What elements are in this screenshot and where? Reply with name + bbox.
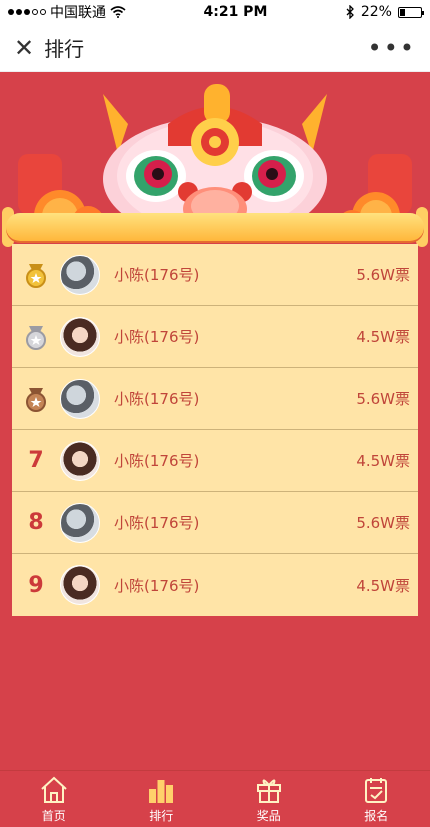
contestant-name: 小陈(176号) bbox=[114, 328, 200, 346]
rank-number: 9 bbox=[28, 572, 44, 598]
ranking-row[interactable]: 小陈(176号) 4.5W票 bbox=[12, 306, 418, 368]
carrier-label: 中国联通 bbox=[50, 5, 106, 21]
tab-home-label: 首页 bbox=[41, 808, 66, 823]
lion-dance-banner bbox=[0, 72, 430, 247]
avatar bbox=[60, 502, 100, 543]
avatar bbox=[60, 316, 100, 357]
battery-icon bbox=[397, 6, 424, 18]
tab-ranking-label: 排行 bbox=[149, 808, 174, 823]
ranking-row[interactable]: 8 小陈(176号) 5.6W票 bbox=[12, 492, 418, 554]
vote-count: 4.5W票 bbox=[356, 452, 410, 470]
ranking-row[interactable]: 7 小陈(176号) 4.5W票 bbox=[12, 430, 418, 492]
vote-count: 5.6W票 bbox=[356, 266, 410, 284]
rank-number: 8 bbox=[28, 510, 44, 535]
signal-icon bbox=[8, 9, 46, 15]
rank-cell bbox=[12, 386, 60, 412]
avatar bbox=[60, 254, 100, 295]
vote-count: 5.6W票 bbox=[356, 390, 410, 408]
rank-cell: 8 bbox=[12, 510, 60, 535]
vote-count: 4.5W票 bbox=[356, 328, 410, 346]
contestant-name: 小陈(176号) bbox=[114, 266, 200, 284]
tab-home[interactable]: 首页 bbox=[19, 775, 89, 824]
avatar bbox=[60, 440, 100, 481]
rank-cell: 7 bbox=[12, 448, 60, 473]
rank-cell bbox=[12, 262, 60, 288]
rank-cell bbox=[12, 324, 60, 350]
bluetooth-icon bbox=[346, 5, 354, 19]
nav-left: ✕ 排行 bbox=[14, 33, 84, 62]
tab-signup-label: 报名 bbox=[364, 808, 389, 823]
status-bar: 中国联通 4:21 PM 22% bbox=[0, 0, 430, 24]
close-icon[interactable]: ✕ bbox=[14, 36, 34, 60]
clock-time: 4:21 PM bbox=[203, 4, 268, 20]
wifi-icon bbox=[110, 6, 126, 18]
ranking-list: 小陈(176号) 5.6W票 小陈(176号) 4.5W票 小陈(176号) 5.6W票 7… bbox=[12, 244, 418, 616]
signup-icon bbox=[365, 777, 388, 803]
silver-medal-icon bbox=[26, 325, 46, 350]
tab-signup[interactable]: 报名 bbox=[341, 775, 411, 824]
tab-ranking[interactable]: 排行 bbox=[126, 775, 196, 824]
vote-count: 4.5W票 bbox=[356, 576, 410, 595]
tab-prizes-label: 奖品 bbox=[256, 808, 281, 823]
ranking-row[interactable]: 小陈(176号) 5.6W票 bbox=[12, 244, 418, 306]
rank-number: 7 bbox=[28, 448, 44, 473]
avatar bbox=[60, 378, 100, 419]
home-icon bbox=[41, 776, 67, 803]
status-right: 22% bbox=[345, 4, 424, 20]
vote-count: 5.6W票 bbox=[356, 514, 410, 532]
ranking-row[interactable]: 小陈(176号) 5.6W票 bbox=[12, 368, 418, 430]
contestant-name: 小陈(176号) bbox=[114, 576, 200, 595]
ranking-icon bbox=[149, 779, 174, 803]
gold-medal-icon bbox=[26, 263, 46, 288]
tab-prizes[interactable]: 奖品 bbox=[234, 775, 304, 824]
rank-cell: 9 bbox=[12, 573, 60, 598]
more-icon[interactable]: ••• bbox=[368, 36, 416, 60]
bronze-medal-icon bbox=[26, 387, 46, 412]
gift-icon bbox=[256, 778, 281, 803]
nav-bar: ✕ 排行 ••• bbox=[0, 24, 430, 72]
avatar bbox=[60, 565, 100, 605]
contestant-name: 小陈(176号) bbox=[114, 452, 200, 470]
contestant-name: 小陈(176号) bbox=[114, 514, 200, 532]
tab-bar: 首页 排行 奖品 报名 bbox=[0, 770, 430, 827]
ranking-row[interactable]: 9 小陈(176号) 4.5W票 bbox=[12, 554, 418, 616]
contestant-name: 小陈(176号) bbox=[114, 390, 200, 408]
scroll-bar bbox=[6, 213, 424, 241]
status-left: 中国联通 bbox=[8, 2, 126, 22]
page-title: 排行 bbox=[44, 37, 85, 61]
battery-percent: 22% bbox=[360, 4, 392, 20]
